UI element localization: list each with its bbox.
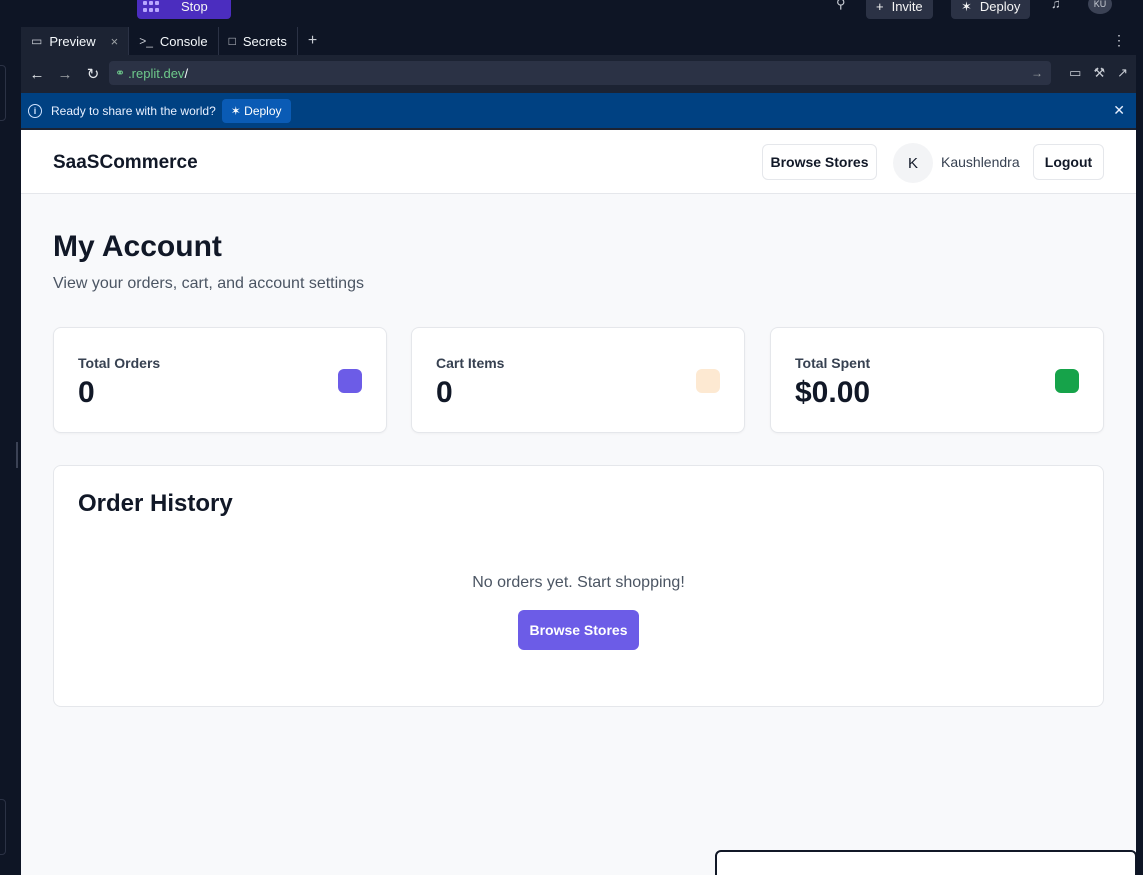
user-name: Kaushlendra xyxy=(941,154,1020,170)
ide-topbar: Stop ⚲ + Invite ✶ Deploy ♫ KU xyxy=(0,0,1143,27)
tab-preview[interactable]: ▭ Preview × xyxy=(21,27,130,55)
stop-icon xyxy=(143,0,159,13)
external-link-icon[interactable]: ↗ xyxy=(1117,65,1128,81)
app-header: SaaSCommerce Browse Stores K Kaushlendra… xyxy=(21,130,1136,194)
more-options-icon[interactable]: ⋮ xyxy=(1112,32,1126,49)
brand-logo[interactable]: SaaSCommerce xyxy=(53,152,198,174)
resize-handle[interactable] xyxy=(16,442,18,468)
url-host: .replit.dev xyxy=(128,65,185,81)
pane-tabbar: ▭ Preview × >_ Console □ Secrets + ⋮ xyxy=(21,27,1136,55)
invite-label: Invite xyxy=(891,0,923,14)
bell-icon[interactable]: ♫ xyxy=(1051,0,1061,11)
stat-value: 0 xyxy=(436,376,453,409)
user-avatar-top[interactable]: KU xyxy=(1088,0,1112,14)
stat-card-cart-items: Cart Items 0 xyxy=(411,327,745,433)
info-icon: i xyxy=(28,103,42,118)
deploy-icon: ✶ xyxy=(961,0,972,14)
left-panel-tab-bottom[interactable] xyxy=(0,799,6,855)
banner-deploy-button[interactable]: ✶ Deploy xyxy=(221,98,291,123)
stat-card-total-spent: Total Spent $0.00 xyxy=(770,327,1104,433)
cart-icon xyxy=(696,369,720,393)
preview-pane: ▭ Preview × >_ Console □ Secrets + ⋮ ← →… xyxy=(21,27,1136,875)
tab-secrets[interactable]: □ Secrets xyxy=(219,27,298,55)
go-icon[interactable]: → xyxy=(1031,66,1043,80)
page-title: My Account xyxy=(53,230,222,263)
close-icon[interactable]: × xyxy=(111,34,119,49)
stop-label: Stop xyxy=(181,0,208,14)
order-history-card: Order History No orders yet. Start shopp… xyxy=(53,465,1104,707)
tab-preview-label: Preview xyxy=(49,33,96,49)
page-subtitle: View your orders, cart, and account sett… xyxy=(53,275,364,292)
stat-value: 0 xyxy=(78,376,95,409)
app-viewport: SaaSCommerce Browse Stores K Kaushlendra… xyxy=(21,130,1136,875)
invite-icon: + xyxy=(876,0,884,14)
banner-deploy-label: Deploy xyxy=(244,103,282,118)
floating-panel[interactable] xyxy=(715,850,1136,875)
stop-button[interactable]: Stop xyxy=(137,0,231,19)
logout-button[interactable]: Logout xyxy=(1033,144,1104,180)
stat-label: Total Spent xyxy=(795,355,871,371)
url-tools: ▭ ⚒ ↗ xyxy=(1069,65,1128,81)
url-bar: ← → ↻ ⚭ .replit.dev / → ▭ ⚒ ↗ xyxy=(21,55,1136,93)
url-input[interactable]: ⚭ .replit.dev / → xyxy=(109,61,1051,85)
stat-label: Cart Items xyxy=(436,355,505,371)
add-tab-button[interactable]: + xyxy=(298,27,327,55)
ide-deploy-button[interactable]: ✶ Deploy xyxy=(951,0,1031,19)
empty-state-text: No orders yet. Start shopping! xyxy=(472,574,685,591)
devices-icon[interactable]: ▭ xyxy=(1069,65,1081,81)
url-path: / xyxy=(184,65,189,81)
tab-secrets-label: Secrets xyxy=(242,33,287,49)
wrench-icon[interactable]: ⚒ xyxy=(1093,65,1105,81)
left-panel-tab[interactable] xyxy=(0,65,6,121)
tab-console-label: Console xyxy=(159,33,208,49)
back-icon[interactable]: ← xyxy=(23,66,51,83)
terminal-icon: >_ xyxy=(139,34,153,48)
ide-left-strip xyxy=(0,27,21,875)
browse-stores-cta-button[interactable]: Browse Stores xyxy=(518,610,639,650)
forward-icon[interactable]: → xyxy=(51,66,79,83)
stat-label: Total Orders xyxy=(78,355,161,371)
browse-stores-button[interactable]: Browse Stores xyxy=(762,144,877,180)
tab-console[interactable]: >_ Console xyxy=(129,27,219,55)
monitor-icon: ▭ xyxy=(31,34,43,48)
orders-icon xyxy=(338,369,362,393)
banner-message: Ready to share with the world? xyxy=(51,103,216,118)
banner-close-icon[interactable]: ✕ xyxy=(1113,102,1125,119)
order-history-title: Order History xyxy=(78,490,233,517)
stat-card-total-orders: Total Orders 0 xyxy=(53,327,387,433)
reload-icon[interactable]: ↻ xyxy=(79,65,107,83)
lock-icon: □ xyxy=(228,34,236,48)
ide-deploy-label: Deploy xyxy=(979,0,1021,14)
deploy-banner: i Ready to share with the world? ✶ Deplo… xyxy=(21,93,1136,128)
link-icon: ⚭ xyxy=(115,66,126,80)
avatar[interactable]: K xyxy=(893,143,933,183)
invite-button[interactable]: + Invite xyxy=(866,0,933,19)
money-icon xyxy=(1055,369,1079,393)
search-icon[interactable]: ⚲ xyxy=(836,0,846,12)
stat-value: $0.00 xyxy=(795,376,871,409)
